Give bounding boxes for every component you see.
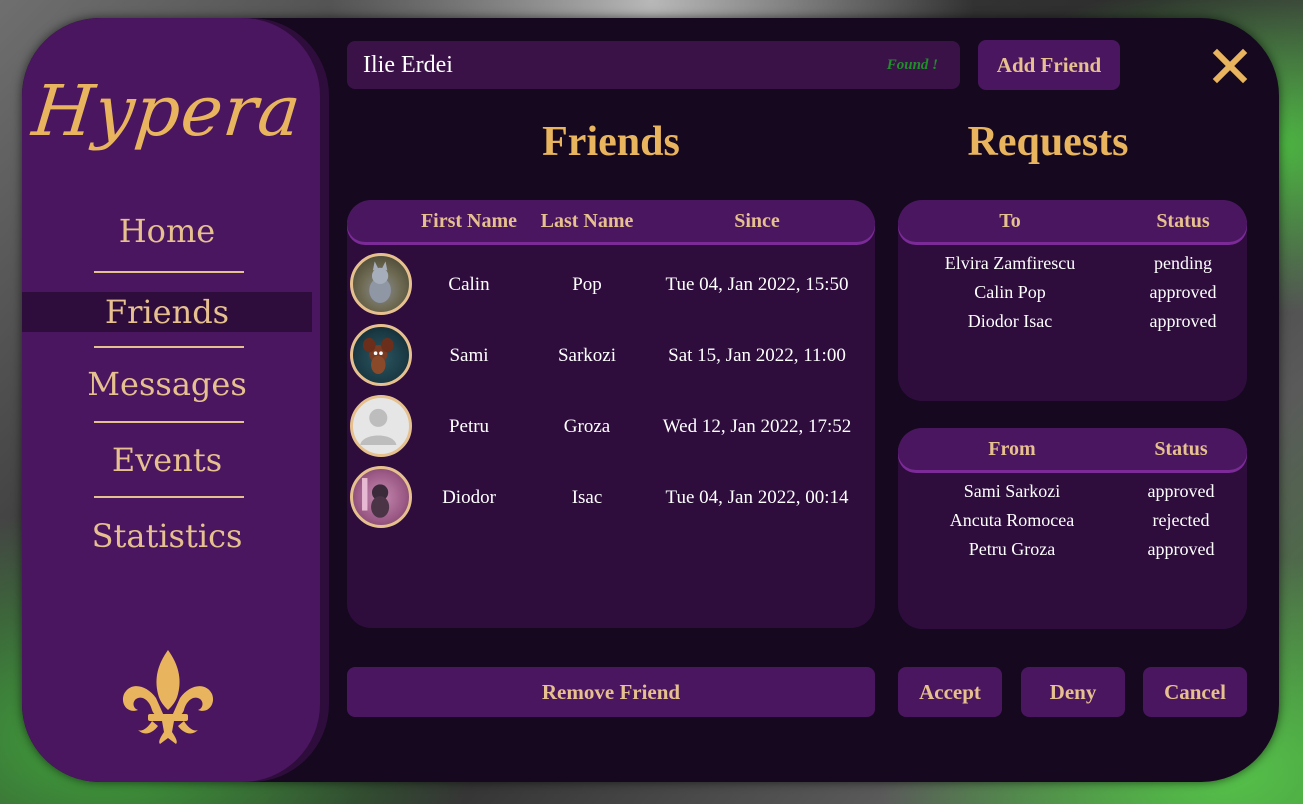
nav-divider bbox=[94, 421, 244, 423]
avatar bbox=[350, 466, 412, 528]
cell-status: approved bbox=[1149, 282, 1217, 302]
cell-status: rejected bbox=[1152, 510, 1210, 530]
cell-last-name: Isac bbox=[571, 487, 603, 508]
column-header-last-name[interactable]: Last Name bbox=[529, 200, 645, 242]
deny-button[interactable]: Deny bbox=[1021, 667, 1125, 717]
cell-name: Ancuta Romocea bbox=[949, 510, 1075, 530]
nav-divider bbox=[94, 271, 244, 273]
column-header-since[interactable]: Since bbox=[647, 200, 867, 242]
remove-friend-button[interactable]: Remove Friend bbox=[347, 667, 875, 717]
column-header-from[interactable]: From bbox=[922, 428, 1102, 470]
cancel-button[interactable]: Cancel bbox=[1143, 667, 1247, 717]
cell-last-name: Pop bbox=[572, 274, 602, 295]
friends-heading: Friends bbox=[542, 119, 680, 165]
received-requests-table: From Status Sami Sarkozi approved Ancuta… bbox=[898, 428, 1247, 629]
cell-last-name: Sarkozi bbox=[557, 345, 617, 366]
avatar bbox=[350, 253, 412, 315]
avatar bbox=[350, 395, 412, 457]
sent-requests-header: To Status bbox=[898, 200, 1247, 242]
search-status: Found ! bbox=[886, 57, 938, 73]
received-requests-header: From Status bbox=[898, 428, 1247, 470]
fleur-de-lis-icon bbox=[122, 650, 214, 744]
close-icon[interactable] bbox=[1212, 48, 1248, 84]
friends-table-header: First Name Last Name Since bbox=[347, 200, 875, 242]
cell-name: Calin Pop bbox=[974, 282, 1046, 302]
cell-last-name: Groza bbox=[563, 416, 611, 437]
cell-name: Petru Groza bbox=[968, 539, 1056, 559]
avatar bbox=[350, 324, 412, 386]
sidebar-item-events[interactable]: Events bbox=[22, 440, 312, 480]
cell-first-name: Petru bbox=[448, 416, 490, 437]
cell-status: pending bbox=[1154, 253, 1212, 273]
column-header-status[interactable]: Status bbox=[1126, 428, 1236, 470]
sidebar-item-home[interactable]: Home bbox=[22, 211, 312, 251]
requests-heading: Requests bbox=[967, 119, 1129, 165]
friends-table: First Name Last Name Since Calin Pop Tue… bbox=[347, 200, 875, 628]
cell-name: Elvira Zamfirescu bbox=[944, 253, 1076, 273]
cell-first-name: Sami bbox=[449, 345, 489, 366]
column-header-status[interactable]: Status bbox=[1128, 200, 1238, 242]
cell-since: Tue 04, Jan 2022, 15:50 bbox=[665, 274, 849, 295]
nav-divider bbox=[94, 496, 244, 498]
sidebar-item-friends[interactable]: Friends bbox=[22, 292, 312, 332]
cell-first-name: Diodor bbox=[442, 487, 496, 508]
nav-divider bbox=[94, 346, 244, 348]
column-header-first-name[interactable]: First Name bbox=[409, 200, 529, 242]
sidebar: Hypera Home Friends Messages Events Stat… bbox=[22, 18, 320, 782]
sent-requests-table: To Status Elvira Zamfirescu pending Cali… bbox=[898, 200, 1247, 401]
cell-since: Tue 04, Jan 2022, 00:14 bbox=[665, 487, 849, 508]
search-input[interactable]: Ilie Erdei Found ! bbox=[347, 41, 960, 89]
cell-name: Sami Sarkozi bbox=[963, 481, 1061, 501]
sidebar-item-statistics[interactable]: Statistics bbox=[22, 516, 312, 556]
column-header-to[interactable]: To bbox=[920, 200, 1100, 242]
cell-status: approved bbox=[1149, 311, 1217, 331]
cell-since: Sat 15, Jan 2022, 11:00 bbox=[668, 345, 846, 366]
sidebar-item-messages[interactable]: Messages bbox=[22, 364, 312, 404]
cell-first-name: Calin bbox=[448, 274, 490, 295]
cell-since: Wed 12, Jan 2022, 17:52 bbox=[662, 416, 852, 437]
cell-status: approved bbox=[1147, 539, 1215, 559]
accept-button[interactable]: Accept bbox=[898, 667, 1002, 717]
cell-name: Diodor Isac bbox=[967, 311, 1053, 331]
cell-status: approved bbox=[1147, 481, 1215, 501]
add-friend-button[interactable]: Add Friend bbox=[978, 40, 1120, 90]
app-logo: Hypera bbox=[28, 70, 306, 152]
search-value: Ilie Erdei bbox=[363, 52, 453, 78]
